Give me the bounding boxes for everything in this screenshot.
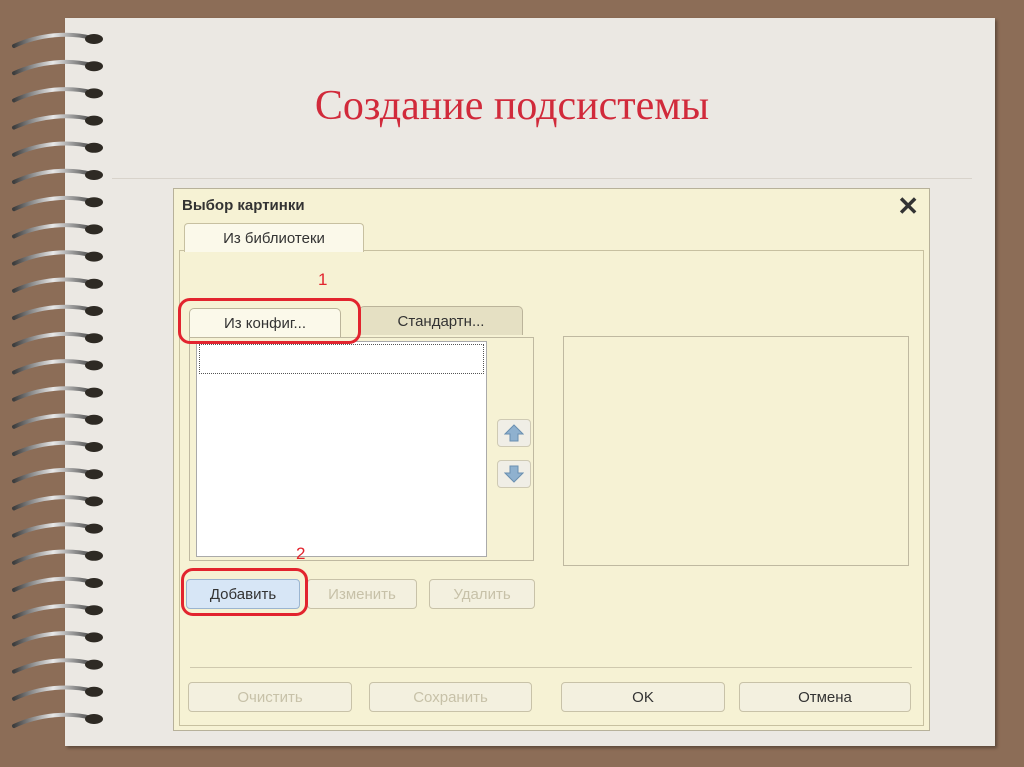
move-down-button[interactable] <box>497 460 531 488</box>
step-number-1: 1 <box>318 270 328 289</box>
arrow-down-icon <box>504 465 524 483</box>
spiral-binding <box>12 32 103 728</box>
spiral-hole <box>85 659 103 670</box>
dialog-title: Выбор картинки <box>182 197 305 214</box>
spiral-hole <box>85 360 103 371</box>
spiral-ring <box>12 685 94 701</box>
spiral-ring <box>12 331 94 348</box>
spiral-hole <box>85 142 103 153</box>
spiral-hole <box>85 686 103 697</box>
spiral-hole <box>85 61 103 72</box>
spiral-hole <box>85 469 103 480</box>
spiral-ring <box>12 549 94 565</box>
select-picture-dialog: Выбор картинки ✕ Из библиотеки Из конфиг… <box>173 188 930 731</box>
spiral-ring <box>12 250 94 266</box>
spiral-hole <box>85 306 103 316</box>
spiral-ring <box>12 712 94 728</box>
close-icon[interactable]: ✕ <box>897 191 919 222</box>
spiral-hole <box>85 632 103 643</box>
spiral-ring <box>12 141 94 157</box>
slide-title: Создание подсистемы <box>314 83 710 129</box>
spiral-ring <box>12 32 94 48</box>
spiral-ring <box>12 277 94 293</box>
spiral-ring <box>12 223 94 239</box>
spiral-hole <box>85 34 103 44</box>
spiral-ring <box>12 576 94 592</box>
spiral-hole <box>85 278 103 289</box>
spiral-hole <box>85 550 103 561</box>
spiral-ring <box>12 522 94 538</box>
spiral-hole <box>85 197 103 208</box>
spiral-ring <box>12 495 94 511</box>
spiral-ring <box>12 195 94 212</box>
cancel-button[interactable]: Отмена <box>739 682 911 712</box>
spiral-hole <box>85 714 103 724</box>
spiral-ring <box>12 413 94 429</box>
footer-divider <box>190 667 912 668</box>
spiral-ring <box>12 440 94 456</box>
spiral-hole <box>85 442 103 452</box>
spiral-ring <box>12 304 94 320</box>
move-up-button[interactable] <box>497 419 531 447</box>
save-button[interactable]: Сохранить <box>369 682 532 712</box>
spiral-hole <box>85 251 103 262</box>
delete-button[interactable]: Удалить <box>429 579 535 609</box>
spiral-ring <box>12 168 94 184</box>
spiral-hole <box>85 387 103 398</box>
spiral-ring <box>12 359 94 375</box>
tab-from-config[interactable]: Из конфиг... <box>189 308 341 337</box>
edit-button[interactable]: Изменить <box>307 579 417 609</box>
tab-from-library[interactable]: Из библиотеки <box>184 223 364 252</box>
spiral-hole <box>85 523 103 534</box>
step-number-2: 2 <box>296 544 306 563</box>
spiral-ring <box>12 467 94 484</box>
tab-standard[interactable]: Стандартн... <box>359 306 523 335</box>
list-item[interactable] <box>199 344 484 374</box>
picture-list[interactable] <box>196 341 487 557</box>
highlight-add-button <box>181 568 308 616</box>
spiral-hole <box>85 224 103 235</box>
spiral-hole <box>85 496 103 507</box>
clear-button[interactable]: Очистить <box>188 682 352 712</box>
spiral-ring <box>12 658 94 674</box>
spiral-ring <box>12 631 94 647</box>
spiral-ring <box>12 603 94 620</box>
spiral-hole <box>85 170 103 180</box>
spiral-hole <box>85 605 103 616</box>
arrow-up-icon <box>504 424 524 442</box>
spiral-hole <box>85 578 103 588</box>
spiral-hole <box>85 333 103 344</box>
picture-preview <box>563 336 909 566</box>
spiral-ring <box>12 386 94 402</box>
title-divider <box>112 178 972 179</box>
spiral-ring <box>12 59 94 76</box>
ok-button[interactable]: OK <box>561 682 725 712</box>
spiral-hole <box>85 414 103 425</box>
